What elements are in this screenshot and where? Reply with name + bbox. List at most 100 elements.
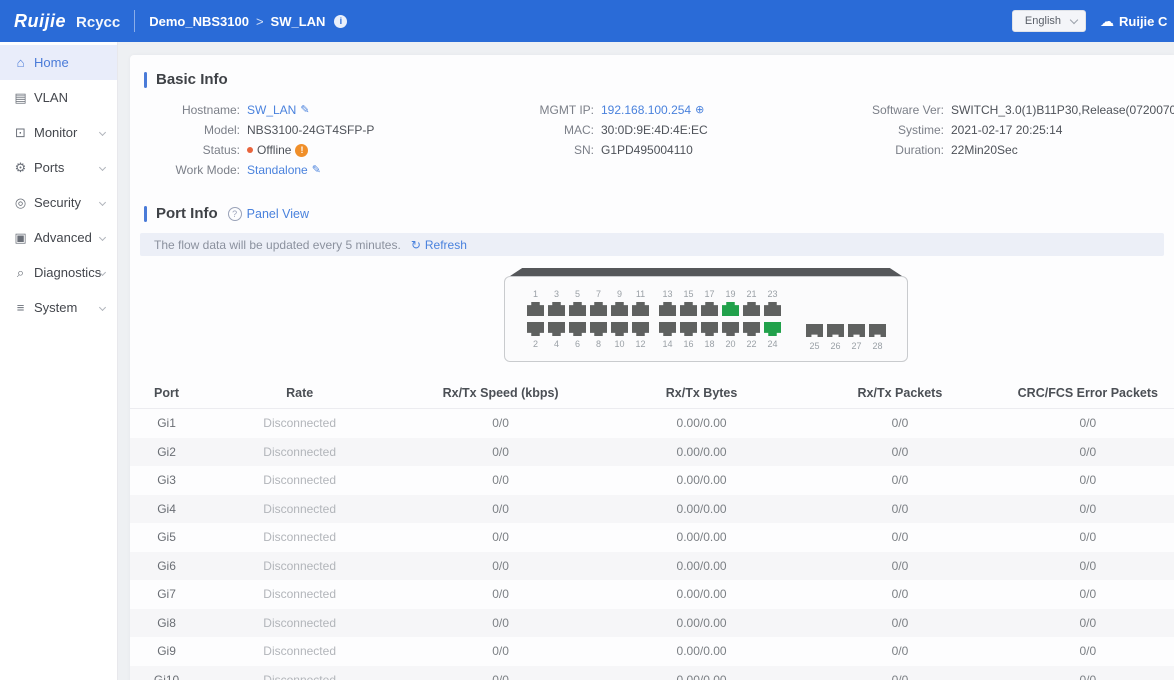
rj45-port-24[interactable] bbox=[764, 322, 781, 336]
refresh-icon[interactable]: ↻ bbox=[411, 238, 421, 252]
table-row: Gi5Disconnected0/00.00/0.000/00/0 bbox=[130, 523, 1174, 552]
rj45-port-10[interactable] bbox=[611, 322, 628, 336]
ruijie-cloud-link[interactable]: ☁ Ruijie C bbox=[1100, 13, 1174, 30]
workmode-value[interactable]: Standalone bbox=[247, 162, 308, 178]
cell-speed: 0/0 bbox=[396, 445, 605, 459]
vlan-icon: ▤ bbox=[13, 90, 28, 106]
rj45-port-1[interactable] bbox=[527, 302, 544, 316]
port-number-label: 14 bbox=[662, 338, 672, 350]
sfp-column: 25 bbox=[806, 324, 823, 352]
port-number-label: 28 bbox=[872, 340, 882, 352]
accent-bar bbox=[144, 206, 147, 222]
rj45-port-22[interactable] bbox=[743, 322, 760, 336]
cell-speed: 0/0 bbox=[396, 473, 605, 487]
rj45-port-20[interactable] bbox=[722, 322, 739, 336]
device-info-icon[interactable]: i bbox=[334, 15, 347, 28]
hostname-value[interactable]: SW_LAN bbox=[247, 102, 296, 118]
rj45-port-11[interactable] bbox=[632, 302, 649, 316]
rj45-port-21[interactable] bbox=[743, 302, 760, 316]
cell-speed: 0/0 bbox=[396, 530, 605, 544]
rj45-port-3[interactable] bbox=[548, 302, 565, 316]
cell-rate: Disconnected bbox=[203, 502, 396, 516]
port-number-label: 17 bbox=[704, 288, 714, 300]
language-dropdown[interactable]: English bbox=[1012, 10, 1086, 32]
rj45-port-14[interactable] bbox=[659, 322, 676, 336]
cell-rate: Disconnected bbox=[203, 445, 396, 459]
softwarever-label: Software Ver: bbox=[850, 102, 944, 118]
mgmtip-value[interactable]: 192.168.100.254 bbox=[601, 102, 691, 118]
cell-port: Gi1 bbox=[130, 416, 203, 430]
workmode-label: Work Mode: bbox=[136, 162, 240, 178]
help-icon[interactable]: ? bbox=[228, 207, 242, 221]
model-label: Model: bbox=[136, 122, 240, 138]
breadcrumb: Demo_NBS3100 > SW_LAN i bbox=[149, 14, 347, 29]
breadcrumb-network[interactable]: Demo_NBS3100 bbox=[149, 14, 249, 29]
sidebar-item-security[interactable]: ◎Security bbox=[0, 185, 117, 220]
sidebar-item-label: Home bbox=[34, 55, 69, 70]
rj45-port-13[interactable] bbox=[659, 302, 676, 316]
panel-view-link[interactable]: Panel View bbox=[247, 207, 309, 221]
rj45-port-15[interactable] bbox=[680, 302, 697, 316]
port-column: 1112 bbox=[632, 288, 649, 350]
cell-packets: 0/0 bbox=[798, 502, 1002, 516]
chevron-down-icon bbox=[99, 129, 106, 136]
table-row: Gi1Disconnected0/00.00/0.000/00/0 bbox=[130, 409, 1174, 438]
sidebar-item-ports[interactable]: ⚙Ports bbox=[0, 150, 117, 185]
sfp-port-28[interactable] bbox=[869, 324, 886, 337]
sfp-port-26[interactable] bbox=[827, 324, 844, 337]
sidebar-item-diagnostics[interactable]: ⌕Diagnostics bbox=[0, 255, 117, 290]
sidebar-item-label: Diagnostics bbox=[34, 265, 101, 280]
sidebar-item-advanced[interactable]: ▣Advanced bbox=[0, 220, 117, 255]
model-value: NBS3100-24GT4SFP-P bbox=[247, 122, 374, 138]
accent-bar bbox=[144, 72, 147, 88]
rj45-port-8[interactable] bbox=[590, 322, 607, 336]
cell-crc: 0/0 bbox=[1002, 473, 1174, 487]
cell-port: Gi9 bbox=[130, 644, 203, 658]
rj45-port-9[interactable] bbox=[611, 302, 628, 316]
rj45-port-7[interactable] bbox=[590, 302, 607, 316]
edit-workmode-icon[interactable]: ✎ bbox=[312, 162, 321, 178]
sfp-port-27[interactable] bbox=[848, 324, 865, 337]
port-number-label: 21 bbox=[746, 288, 756, 300]
rj45-port-6[interactable] bbox=[569, 322, 586, 336]
port-info-title: Port Info bbox=[156, 205, 218, 222]
cell-bytes: 0.00/0.00 bbox=[605, 473, 798, 487]
rj45-port-19[interactable] bbox=[722, 302, 739, 316]
globe-icon[interactable]: ⊕ bbox=[695, 102, 704, 118]
cell-packets: 0/0 bbox=[798, 530, 1002, 544]
table-row: Gi2Disconnected0/00.00/0.000/00/0 bbox=[130, 438, 1174, 467]
sidebar-item-system[interactable]: ≡System bbox=[0, 290, 117, 325]
rj45-port-16[interactable] bbox=[680, 322, 697, 336]
cell-speed: 0/0 bbox=[396, 502, 605, 516]
mac-label: MAC: bbox=[512, 122, 594, 138]
port-number-label: 25 bbox=[809, 340, 819, 352]
rj45-port-17[interactable] bbox=[701, 302, 718, 316]
rj45-port-4[interactable] bbox=[548, 322, 565, 336]
cell-crc: 0/0 bbox=[1002, 530, 1174, 544]
table-row: Gi6Disconnected0/00.00/0.000/00/0 bbox=[130, 552, 1174, 581]
rj45-port-18[interactable] bbox=[701, 322, 718, 336]
sidebar-item-vlan[interactable]: ▤VLAN bbox=[0, 80, 117, 115]
sidebar-item-home[interactable]: ⌂Home bbox=[0, 45, 117, 80]
rj45-port-23[interactable] bbox=[764, 302, 781, 316]
edit-hostname-icon[interactable]: ✎ bbox=[300, 102, 309, 118]
cell-speed: 0/0 bbox=[396, 587, 605, 601]
systime-label: Systime: bbox=[850, 122, 944, 138]
rj45-port-5[interactable] bbox=[569, 302, 586, 316]
rj45-port-2[interactable] bbox=[527, 322, 544, 336]
refresh-link[interactable]: Refresh bbox=[425, 238, 467, 252]
port-number-label: 1 bbox=[533, 288, 538, 300]
cell-port: Gi8 bbox=[130, 616, 203, 630]
status-value: Offline bbox=[257, 142, 291, 158]
brand-divider bbox=[134, 10, 135, 32]
cell-bytes: 0.00/0.00 bbox=[605, 530, 798, 544]
cell-crc: 0/0 bbox=[1002, 445, 1174, 459]
chevron-down-icon bbox=[99, 199, 106, 206]
cell-port: Gi2 bbox=[130, 445, 203, 459]
cell-rate: Disconnected bbox=[203, 616, 396, 630]
sfp-port-25[interactable] bbox=[806, 324, 823, 337]
sidebar-item-monitor[interactable]: ⊡Monitor bbox=[0, 115, 117, 150]
rj45-port-12[interactable] bbox=[632, 322, 649, 336]
breadcrumb-device[interactable]: SW_LAN bbox=[271, 14, 326, 29]
offline-warning-icon[interactable]: ! bbox=[295, 144, 308, 157]
